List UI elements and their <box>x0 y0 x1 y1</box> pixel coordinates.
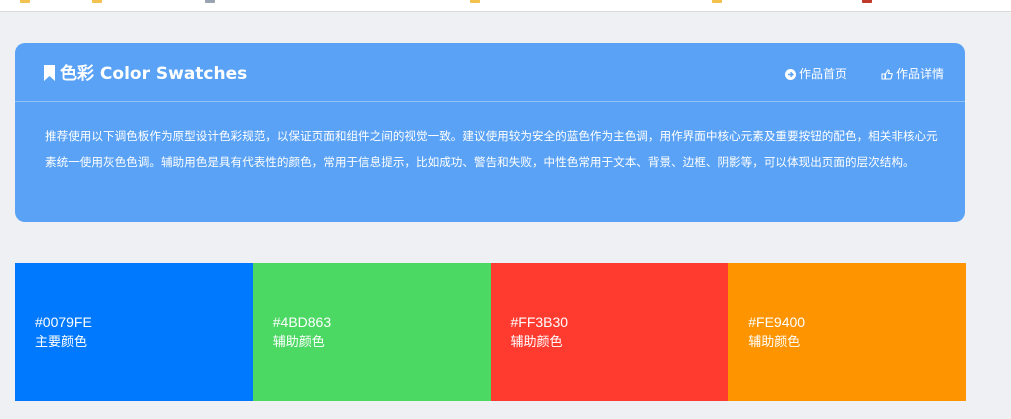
swatch-row: #0079FE 主要颜色 #4BD863 辅助颜色 #FF3B30 辅助颜色 #… <box>15 263 966 401</box>
bookmarks-bar <box>0 0 1011 12</box>
folder-icon <box>92 0 102 3</box>
page-icon <box>205 0 215 3</box>
swatch-role: 主要颜色 <box>35 335 88 350</box>
bookmark-item[interactable] <box>862 0 875 6</box>
detail-link[interactable]: 作品详情 <box>881 66 944 82</box>
bookmark-item[interactable] <box>20 0 33 6</box>
swatch-warning[interactable]: #FE9400 辅助颜色 <box>728 263 966 401</box>
swatch-role: 辅助颜色 <box>272 335 325 350</box>
bookmark-icon <box>44 65 55 81</box>
folder-icon <box>470 0 480 3</box>
bookmark-item[interactable] <box>712 0 725 6</box>
swatch-primary[interactable]: #0079FE 主要颜色 <box>15 263 253 401</box>
bookmark-item[interactable] <box>92 0 105 6</box>
swatch-role: 辅助颜色 <box>510 335 563 350</box>
swatch-hex: #FF3B30 <box>510 314 569 330</box>
arrow-circle-right-icon <box>785 69 796 80</box>
description-text: 推荐使用以下调色板作为原型设计色彩规范，以保证页面和组件之间的视觉一致。建议使用… <box>45 129 938 169</box>
swatch-role: 辅助颜色 <box>748 335 801 350</box>
swatch-danger[interactable]: #FF3B30 辅助颜色 <box>490 263 729 401</box>
folder-icon <box>20 0 30 3</box>
bookmark-item[interactable] <box>470 0 483 6</box>
detail-link-label: 作品详情 <box>896 67 945 81</box>
bookmark-item[interactable] <box>205 0 218 6</box>
hand-pointer-icon <box>881 69 893 80</box>
color-swatches-card: 色彩 Color Swatches 作品首页 作品详情 推荐使用以下调色板作为原… <box>15 43 965 222</box>
folder-icon <box>712 0 722 3</box>
swatch-success[interactable]: #4BD863 辅助颜色 <box>252 263 491 401</box>
page-title: 色彩 Color Swatches <box>43 62 247 86</box>
home-link[interactable]: 作品首页 <box>785 66 847 82</box>
app-icon <box>862 0 872 3</box>
home-link-label: 作品首页 <box>799 67 848 81</box>
swatch-hex: #0079FE <box>35 314 92 330</box>
card-header: 色彩 Color Swatches 作品首页 作品详情 <box>15 43 965 102</box>
swatch-hex: #FE9400 <box>748 314 806 330</box>
swatch-hex: #4BD863 <box>272 314 332 330</box>
page-title-text: 色彩 Color Swatches <box>60 64 248 84</box>
